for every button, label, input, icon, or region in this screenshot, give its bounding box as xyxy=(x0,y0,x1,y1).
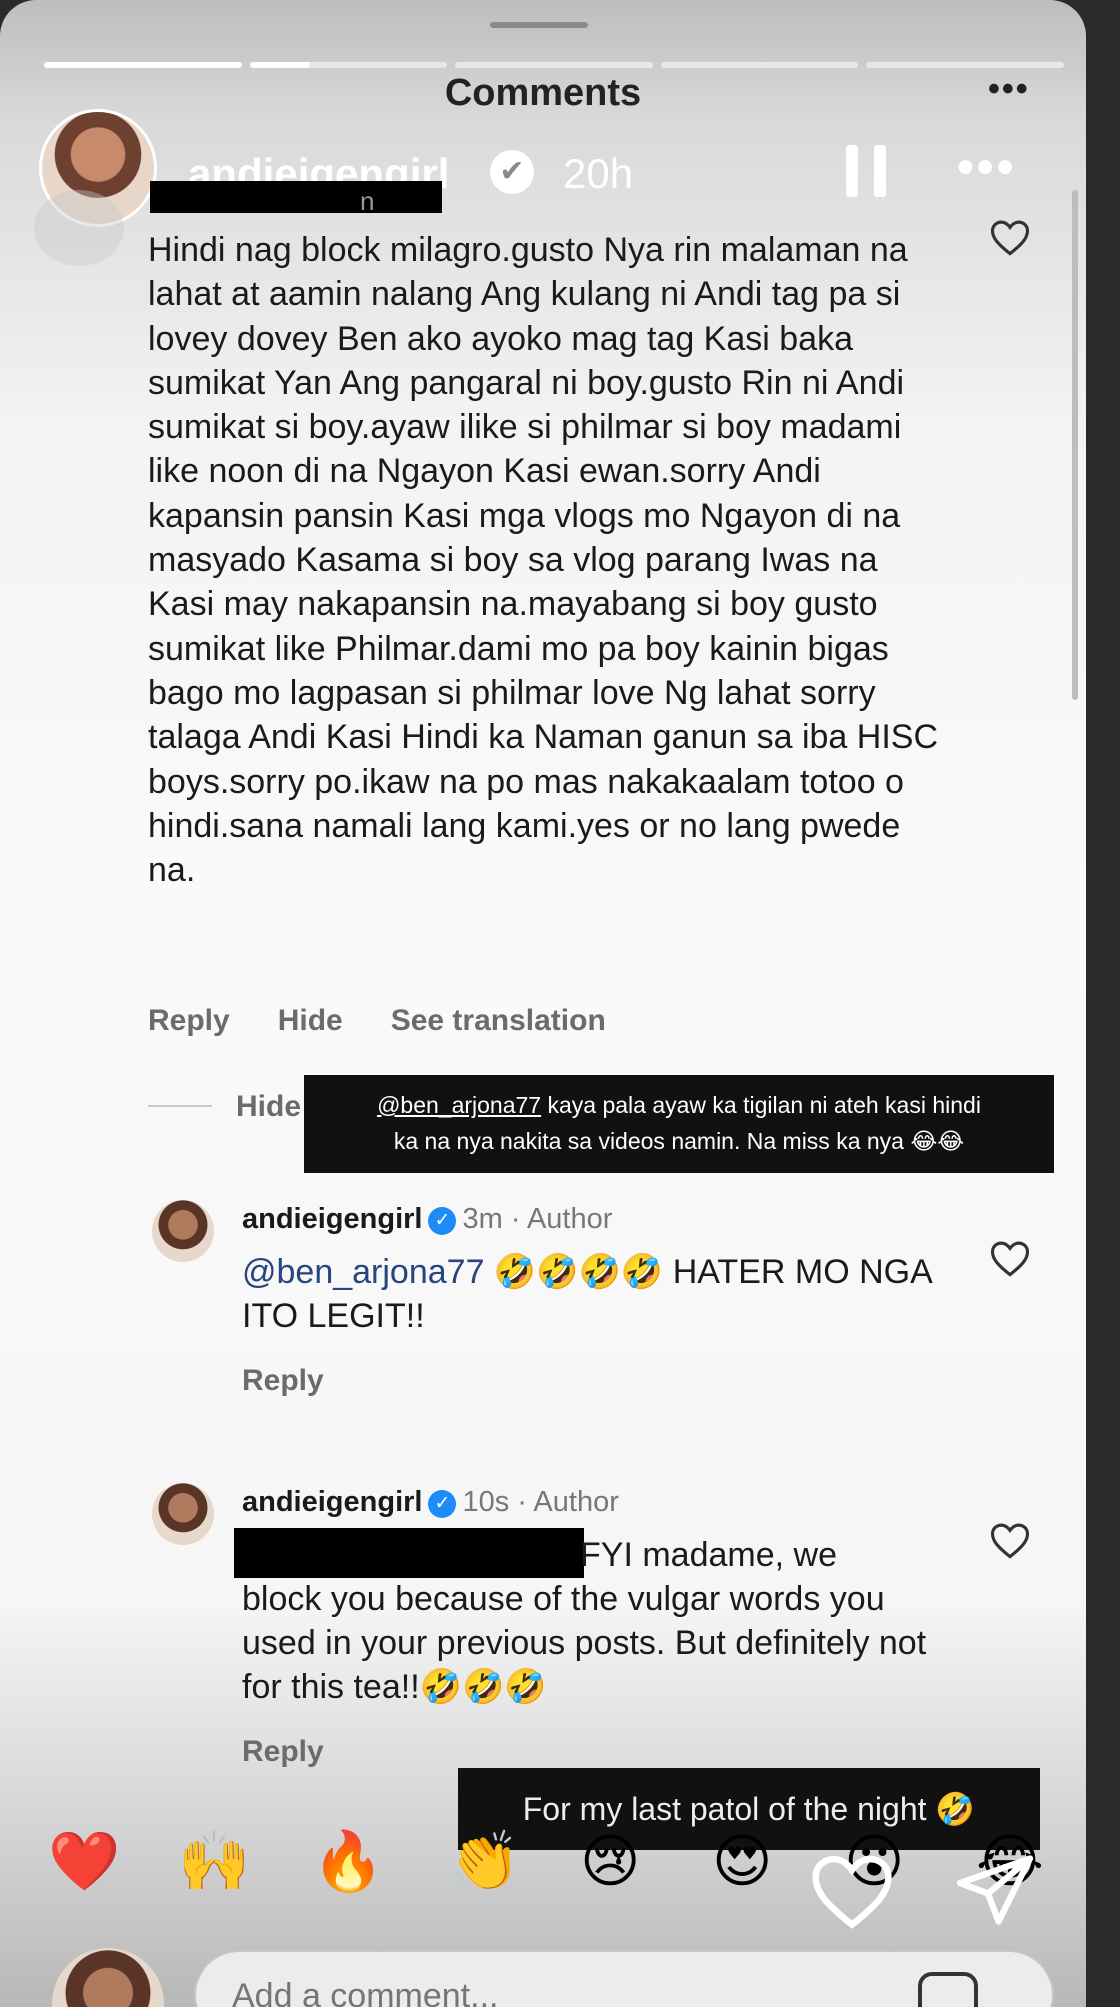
story-more-icon[interactable]: ••• xyxy=(957,140,1016,195)
reply-button[interactable]: Reply xyxy=(242,1735,324,1769)
reply-username[interactable]: andieigengirl xyxy=(242,1203,422,1235)
comment-actions: Reply Hide See translation xyxy=(148,1004,654,1038)
heart-outline-icon[interactable] xyxy=(989,217,1031,257)
paper-plane-icon[interactable] xyxy=(953,1848,1037,1932)
story-progress-segment xyxy=(44,62,242,68)
story-like-icon[interactable] xyxy=(808,1850,896,1930)
scrollbar[interactable] xyxy=(1072,190,1078,700)
reply-text: @ben_arjona77 🤣🤣🤣🤣 HATER MO NGA ITO LEGI… xyxy=(242,1250,942,1338)
my-avatar xyxy=(52,1948,164,2007)
reply-avatar[interactable] xyxy=(152,1483,214,1545)
reaction-clap[interactable]: 👏 xyxy=(448,1824,520,1900)
overlay-line2: ka na nya nakita sa videos namin. Na mis… xyxy=(393,1128,965,1154)
reply-avatar[interactable] xyxy=(152,1200,214,1262)
comments-sheet: Comments ••• andieigengirl ✔ 20h ••• n H… xyxy=(0,0,1086,2007)
progress-fill xyxy=(249,62,309,68)
progress-fill xyxy=(44,62,242,68)
redacted-username xyxy=(150,181,442,213)
pause-icon[interactable] xyxy=(846,145,886,197)
reply-header: andieigengirl ✓ 10s · Author xyxy=(242,1486,619,1519)
reaction-crying[interactable]: 😢 xyxy=(580,1824,640,1900)
story-progress-bar xyxy=(44,62,1064,70)
reaction-fire[interactable]: 🔥 xyxy=(312,1824,384,1900)
reply-mention[interactable]: @ben_arjona77 xyxy=(242,1253,484,1291)
redacted-mention xyxy=(234,1528,584,1578)
reaction-heart[interactable]: ❤️ xyxy=(48,1824,120,1900)
sheet-title: Comments xyxy=(444,72,642,114)
commenter-avatar[interactable] xyxy=(34,190,124,266)
reply-button[interactable]: Reply xyxy=(148,1004,230,1037)
reply-text: block you because of the vulgar words yo… xyxy=(242,1580,927,1706)
story-progress-segment xyxy=(249,62,448,68)
overlay-line1: kaya pala ayaw ka tigilan ni ateh kasi h… xyxy=(541,1092,981,1118)
reply-meta: 3m · Author xyxy=(462,1203,613,1235)
overlay-mention: @ben_arjona77 xyxy=(377,1092,542,1118)
hide-replies-button[interactable]: Hide xyxy=(236,1090,301,1124)
comment-text: Hindi nag block milagro.gusto Nya rin ma… xyxy=(148,231,939,890)
verified-badge-icon: ✓ xyxy=(428,1490,457,1518)
sheet-more-icon[interactable]: ••• xyxy=(988,70,1030,109)
hide-button[interactable]: Hide xyxy=(278,1004,343,1037)
story-progress-segment xyxy=(455,62,653,68)
story-timestamp: 20h xyxy=(563,150,634,197)
heart-outline-icon[interactable] xyxy=(989,1238,1031,1278)
reply-username[interactable]: andieigengirl xyxy=(242,1486,422,1518)
story-text-overlay: @ben_arjona77 kaya pala ayaw ka tigilan … xyxy=(304,1075,1054,1173)
reaction-heart-eyes[interactable]: 😍 xyxy=(712,1824,772,1900)
hide-replies-divider xyxy=(148,1105,212,1107)
reply-button[interactable]: Reply xyxy=(242,1364,324,1398)
reply-text-line1: FYI madame, we xyxy=(580,1536,837,1574)
see-translation-button[interactable]: See translation xyxy=(391,1004,606,1037)
reaction-raised-hands[interactable]: 🙌 xyxy=(178,1824,250,1900)
heart-outline-icon[interactable] xyxy=(989,1520,1031,1560)
gif-sticker-icon[interactable] xyxy=(918,1972,978,2007)
sheet-grabber[interactable] xyxy=(490,22,588,28)
story-progress-segment xyxy=(866,62,1064,68)
story-progress-segment xyxy=(660,62,859,68)
commenter-username-fragment: n xyxy=(360,186,375,216)
comment-input[interactable] xyxy=(230,1960,834,2007)
reply-header: andieigengirl ✓ 3m · Author xyxy=(242,1203,612,1236)
quick-reactions-bar: ❤️ 🙌 🔥 👏 😢 😍 😮 😂 xyxy=(0,1824,1086,1914)
reply-meta: 10s · Author xyxy=(462,1486,619,1518)
verified-badge-icon: ✓ xyxy=(428,1207,457,1235)
verified-badge-icon: ✔ xyxy=(490,150,534,194)
